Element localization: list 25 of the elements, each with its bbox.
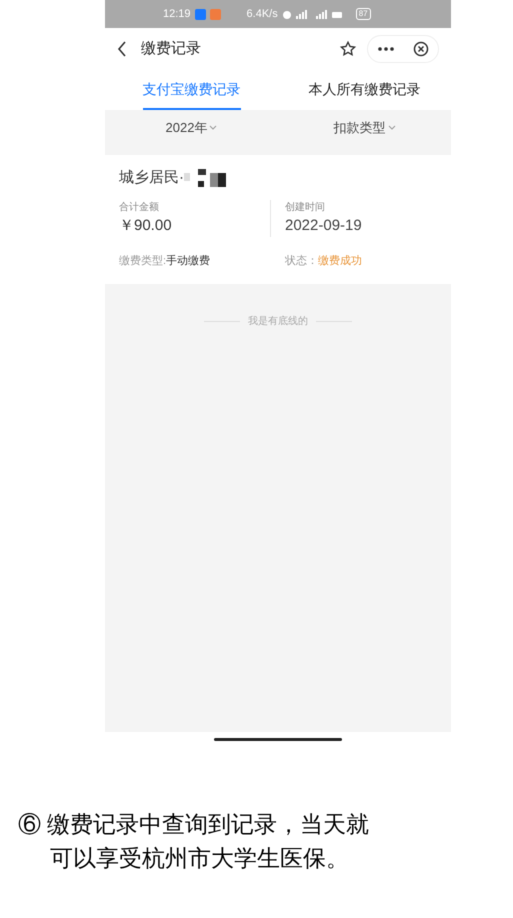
caption-line: 可以享受杭州市大学生医保。 — [49, 844, 350, 872]
field-label: 合计金额 — [119, 200, 160, 214]
filter-dropdown[interactable]: 2022年 — [166, 118, 218, 138]
payment-type: 缴费类型:手动缴费 — [119, 254, 212, 269]
payment-status: 状态：缴费成功 — [285, 254, 362, 269]
chevron-down-icon — [209, 125, 218, 130]
chevron-down-icon — [388, 125, 396, 130]
clock-time: 12:19 — [163, 6, 191, 22]
app-icon — [194, 8, 206, 20]
date-value: 2022-09-19 — [285, 216, 362, 236]
field-label: 创建时间 — [285, 200, 326, 214]
app-icon — [210, 8, 221, 20]
battery-indicator: 87 — [356, 8, 371, 20]
page-title: 缴费记录 — [141, 38, 201, 59]
caption-line: ⑥ 缴费记录中查询到记录，当天就 — [17, 810, 370, 838]
close-icon[interactable] — [412, 41, 428, 57]
back-icon[interactable] — [117, 41, 127, 57]
record-title: 城乡居民· — [119, 168, 184, 188]
tab[interactable]: 本人所有缴费记录 — [278, 70, 451, 110]
amount-value: ￥90.00 — [119, 216, 173, 236]
network-speed: 6.4K/s — [246, 6, 278, 22]
star-icon[interactable] — [339, 40, 357, 58]
filter-dropdown[interactable]: 扣款类型 — [334, 118, 396, 138]
end-of-list-text: 我是有底线的 — [248, 314, 308, 328]
more-icon[interactable] — [378, 47, 394, 51]
